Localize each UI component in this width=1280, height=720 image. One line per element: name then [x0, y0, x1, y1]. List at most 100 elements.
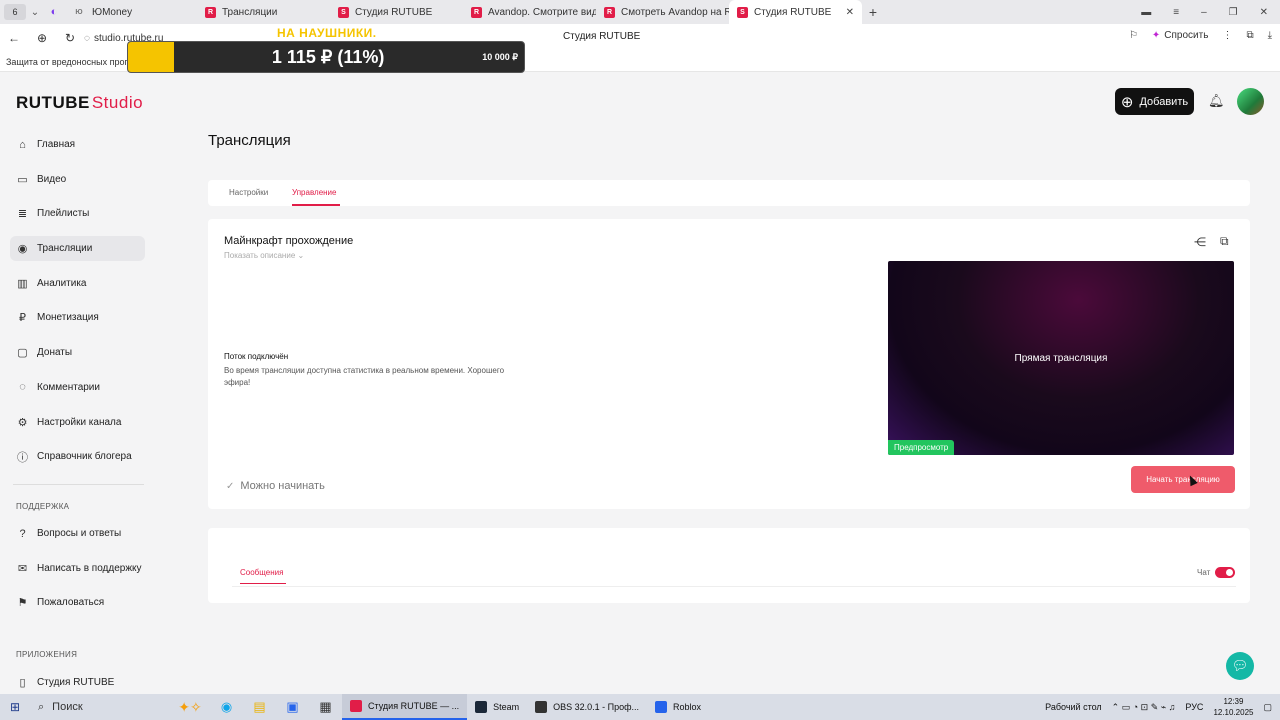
chat-card: Сообщения Чат	[208, 528, 1250, 603]
stream-preview[interactable]: Прямая трансляция Предпросмотр	[888, 261, 1234, 455]
explorer-icon[interactable]: ▤	[243, 694, 276, 720]
collections-icon[interactable]: ⧉	[1246, 30, 1253, 41]
sidebar-item-mail[interactable]: ✉ Написать в поддержку	[10, 556, 145, 581]
sidebar-divider	[13, 484, 144, 485]
more-icon[interactable]: ⋮	[1222, 30, 1232, 41]
tab-counter[interactable]: 6	[4, 4, 26, 20]
chevron-down-icon: ⌄	[297, 251, 305, 260]
start-stream-button[interactable]: Начать трансляцию	[1131, 466, 1235, 493]
browser-tabstrip: 6 ⌄ ◐ Ю ЮMoney R Трансляции S Студия RUTUBE…	[0, 0, 1280, 24]
new-tab-icon[interactable]: +	[862, 4, 884, 20]
notifications-icon[interactable]: ▢	[1263, 702, 1272, 713]
active-tab-indicator	[240, 583, 286, 584]
close-window-icon[interactable]: ✕	[1260, 7, 1268, 18]
browser-tab[interactable]: R Avandop. Смотрите виде	[463, 0, 596, 24]
connection-status-title: Поток подключён	[224, 352, 289, 361]
tab-management[interactable]: Управление	[292, 188, 336, 197]
outlook-icon[interactable]: ▣	[276, 694, 309, 720]
sidebar-item-playlist[interactable]: ≣ Плейлисты	[10, 201, 145, 226]
taskbar-task[interactable]: Steam	[467, 694, 527, 720]
playlist-icon: ≣	[17, 208, 28, 221]
back-icon[interactable]: ←	[0, 31, 28, 45]
sidebar-item-studio-app[interactable]: ▯ Студия RUTUBE	[10, 670, 145, 695]
sidebar-item-comments[interactable]: ◌ Комментарии	[10, 375, 145, 400]
menu-icon[interactable]: ≡	[1173, 7, 1179, 18]
edge-icon[interactable]: ◉	[210, 694, 243, 720]
windows-start-icon[interactable]: ⊞	[0, 694, 30, 720]
tray-icons[interactable]: ⌃ ▭ ◔ ⊡ ✎ ⌁ ♫	[1112, 702, 1176, 713]
taskbar-search[interactable]: ⌕ Поиск	[30, 694, 170, 720]
donation-progress-fill	[128, 42, 174, 72]
clock[interactable]: 12:39 12.10.2025	[1213, 696, 1253, 718]
help-chat-button[interactable]: 💬︎	[1226, 652, 1254, 680]
donation-goal-title: НА НАУШНИКИ.	[277, 26, 377, 40]
pinned-tab-icon[interactable]: ◐	[44, 4, 64, 20]
extension-icon[interactable]: ▬	[1141, 7, 1151, 18]
add-button[interactable]: ⊕ Добавить	[1115, 88, 1194, 115]
app-icon	[655, 701, 668, 713]
browser-tab[interactable]: S Студия RUTUBE	[330, 0, 463, 24]
tab-settings[interactable]: Настройки	[229, 188, 268, 197]
sidebar-item-home[interactable]: ⌂ Главная	[10, 132, 145, 157]
tab-messages[interactable]: Сообщения	[240, 568, 283, 577]
sidebar: ⌂ Главная ▭ Видео ≣ Плейлисты ◉ Трансляции ▥ Анал…	[10, 132, 145, 479]
sidebar-item-donate[interactable]: ▢ Донаты	[10, 340, 145, 365]
apps-section-title: ПРИЛОЖЕНИЯ	[16, 650, 78, 659]
chat-toggle[interactable]	[1215, 567, 1235, 578]
bookmark-icon[interactable]: ⚐	[1129, 30, 1138, 41]
stream-title: Майнкрафт прохождение	[224, 235, 354, 247]
download-icon[interactable]: ⤓	[1268, 30, 1272, 41]
bell-icon[interactable]: 🔔︎	[1208, 93, 1225, 109]
sidebar-item-faq[interactable]: ? Вопросы и ответы	[10, 521, 145, 546]
windows-taskbar: ⊞ ⌕ Поиск ✦✧ ◉ ▤ ▣ ▦ Студия RUTUBE — ... S…	[0, 694, 1280, 720]
language-indicator[interactable]: РУС	[1185, 702, 1203, 712]
show-description-link[interactable]: Показать описание ⌄	[224, 251, 304, 260]
desktop-label[interactable]: Рабочий стол	[1045, 702, 1102, 712]
sidebar-item-handbook[interactable]: ⓘ Справочник блогера	[10, 444, 145, 469]
plus-icon: ⊕	[1120, 93, 1134, 111]
chat-bubble-icon: 💬︎	[1231, 658, 1249, 673]
rutube-studio-logo[interactable]: RUTUBE Studio	[16, 93, 143, 113]
avatar[interactable]	[1237, 88, 1264, 115]
taskbar-task[interactable]: OBS 32.0.1 - Проф...	[527, 694, 647, 720]
sidebar-item-flag[interactable]: ⚑ Пожаловаться	[10, 590, 145, 615]
minimize-icon[interactable]: –	[1201, 7, 1207, 18]
sidebar-item-analytics[interactable]: ▥ Аналитика	[10, 271, 145, 296]
sidebar-item-settings[interactable]: ⚙ Настройки канала	[10, 410, 145, 435]
flag-icon: ⚑	[17, 597, 28, 610]
sidebar-item-ruble[interactable]: ₽ Монетизация	[10, 305, 145, 330]
reload-icon[interactable]: ↻	[56, 31, 84, 45]
preview-label: Прямая трансляция	[1014, 353, 1108, 364]
taskbar-task[interactable]: Roblox	[647, 694, 709, 720]
ready-status: ✓ Можно начинать	[226, 480, 325, 492]
tabs-bar: Настройки Управление	[208, 180, 1250, 206]
app-icon	[350, 700, 362, 712]
sidebar-item-broadcast[interactable]: ◉ Трансляции	[10, 236, 145, 262]
browser-tab-active[interactable]: S Студия RUTUBE ✕	[729, 0, 862, 24]
phone-icon: ▯	[19, 677, 26, 689]
support-list: ? Вопросы и ответы ✉ Написать в поддержку ⚑ П…	[10, 521, 145, 625]
donate-icon: ▢	[17, 347, 28, 360]
ask-button[interactable]: ✦ Спросить	[1152, 30, 1209, 41]
rutube-studio-icon: S	[737, 6, 748, 18]
store-icon[interactable]: ▦	[309, 694, 342, 720]
shield-icon[interactable]: ⊕	[28, 31, 56, 45]
copilot-sparkle-icon[interactable]: ✦✧	[170, 699, 210, 716]
active-tab-indicator	[292, 204, 340, 206]
ruble-icon: ₽	[19, 312, 26, 325]
tabs-dropdown-icon[interactable]: ⌄	[26, 7, 44, 18]
app-icon	[535, 701, 548, 713]
rutube-studio-icon: S	[338, 6, 349, 18]
restore-icon[interactable]: ❐	[1229, 7, 1238, 18]
faq-icon: ?	[19, 527, 26, 540]
sidebar-item-video[interactable]: ▭ Видео	[10, 167, 145, 192]
share-icon[interactable]: ⋲	[1194, 235, 1206, 249]
browser-tab[interactable]: R Смотреть Avandop на RU	[596, 0, 729, 24]
browser-tab[interactable]: R Трансляции	[197, 0, 330, 24]
support-section-title: ПОДДЕРЖКА	[16, 502, 70, 511]
taskbar-task[interactable]: Студия RUTUBE — ...	[342, 694, 468, 720]
open-external-icon[interactable]: ⧉	[1220, 234, 1229, 249]
close-tab-icon[interactable]: ✕	[846, 7, 854, 18]
browser-tab[interactable]: Ю ЮMoney	[64, 0, 197, 24]
chat-toggle-label: Чат	[1197, 568, 1211, 577]
